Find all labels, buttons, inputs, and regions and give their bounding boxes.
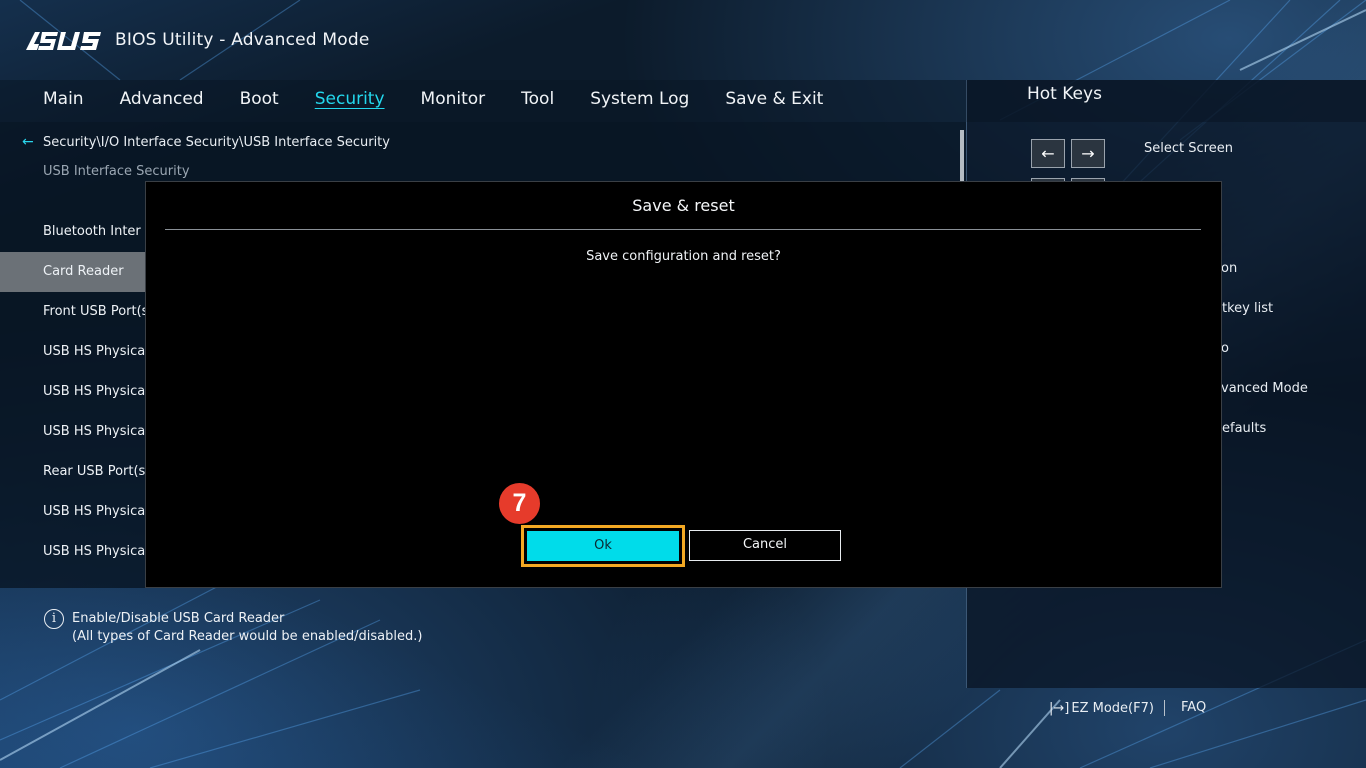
right-arrow-key-icon: → (1071, 139, 1105, 168)
faq-link[interactable]: FAQ (1181, 700, 1206, 715)
hotkey-label: on (1221, 261, 1238, 276)
breadcrumb: ← Security\I/O Interface Security\USB In… (22, 134, 390, 150)
back-arrow-icon[interactable]: ← (22, 134, 42, 150)
app-title: BIOS Utility - Advanced Mode (115, 30, 370, 50)
setting-front-usb-ports[interactable]: Front USB Port(s (0, 292, 150, 332)
tab-monitor[interactable]: Monitor (403, 86, 504, 112)
help-text-line-2: (All types of Card Reader would be enabl… (72, 629, 423, 644)
hotkey-label: vanced Mode (1221, 381, 1308, 396)
ez-mode-label: EZ Mode(F7) (1071, 701, 1154, 716)
tab-save-exit[interactable]: Save & Exit (707, 86, 841, 112)
cancel-button[interactable]: Cancel (689, 530, 841, 561)
breadcrumb-text: Security\I/O Interface Security\USB Inte… (43, 134, 390, 150)
page-subtitle: USB Interface Security (43, 164, 190, 179)
save-reset-dialog: Save & reset Save configuration and rese… (145, 181, 1222, 588)
setting-rear-usb-ports[interactable]: Rear USB Port(s (0, 452, 150, 492)
info-icon: i (44, 609, 64, 629)
tab-main[interactable]: Main (25, 86, 102, 112)
hotkeys-title: Hot Keys (1027, 84, 1102, 104)
dialog-message: Save configuration and reset? (586, 249, 781, 264)
header-bar: BIOS Utility - Advanced Mode (0, 0, 1366, 80)
hotkey-label-select-screen: Select Screen (1144, 141, 1233, 156)
setting-usb-hs-physical-3[interactable]: USB HS Physica (0, 412, 150, 452)
setting-usb-hs-physical-1[interactable]: USB HS Physica (0, 332, 150, 372)
step-number-badge: 7 (499, 483, 540, 524)
tab-boot[interactable]: Boot (222, 86, 297, 112)
ez-mode-link[interactable]: |→] EZ Mode(F7) (1049, 701, 1154, 716)
dialog-title: Save & reset (632, 196, 735, 215)
settings-list: Bluetooth Inter Card Reader Front USB Po… (0, 212, 150, 572)
tab-advanced[interactable]: Advanced (102, 86, 222, 112)
footer-divider (1164, 700, 1165, 716)
setting-card-reader[interactable]: Card Reader (0, 252, 150, 292)
setting-usb-hs-physical-4[interactable]: USB HS Physica (0, 492, 150, 532)
settings-scrollbar[interactable] (960, 130, 964, 182)
tab-system-log[interactable]: System Log (572, 86, 707, 112)
left-arrow-key-icon: ← (1031, 139, 1065, 168)
dialog-divider (165, 229, 1201, 230)
main-nav: Main Advanced Boot Security Monitor Tool… (25, 86, 841, 112)
setting-usb-hs-physical-2[interactable]: USB HS Physica (0, 372, 150, 412)
tab-tool[interactable]: Tool (503, 86, 572, 112)
ok-button[interactable]: Ok (527, 531, 679, 561)
setting-bluetooth-interface[interactable]: Bluetooth Inter (0, 212, 150, 252)
setting-usb-hs-physical-5[interactable]: USB HS Physica (0, 532, 150, 572)
asus-logo (26, 32, 101, 50)
exit-icon: |→] (1049, 701, 1070, 716)
hotkey-label: o (1221, 341, 1229, 356)
hotkey-label: efaults (1222, 421, 1267, 436)
tab-security[interactable]: Security (297, 86, 403, 112)
help-text-line-1: Enable/Disable USB Card Reader (72, 611, 285, 626)
hotkey-label: tkey list (1222, 301, 1274, 316)
